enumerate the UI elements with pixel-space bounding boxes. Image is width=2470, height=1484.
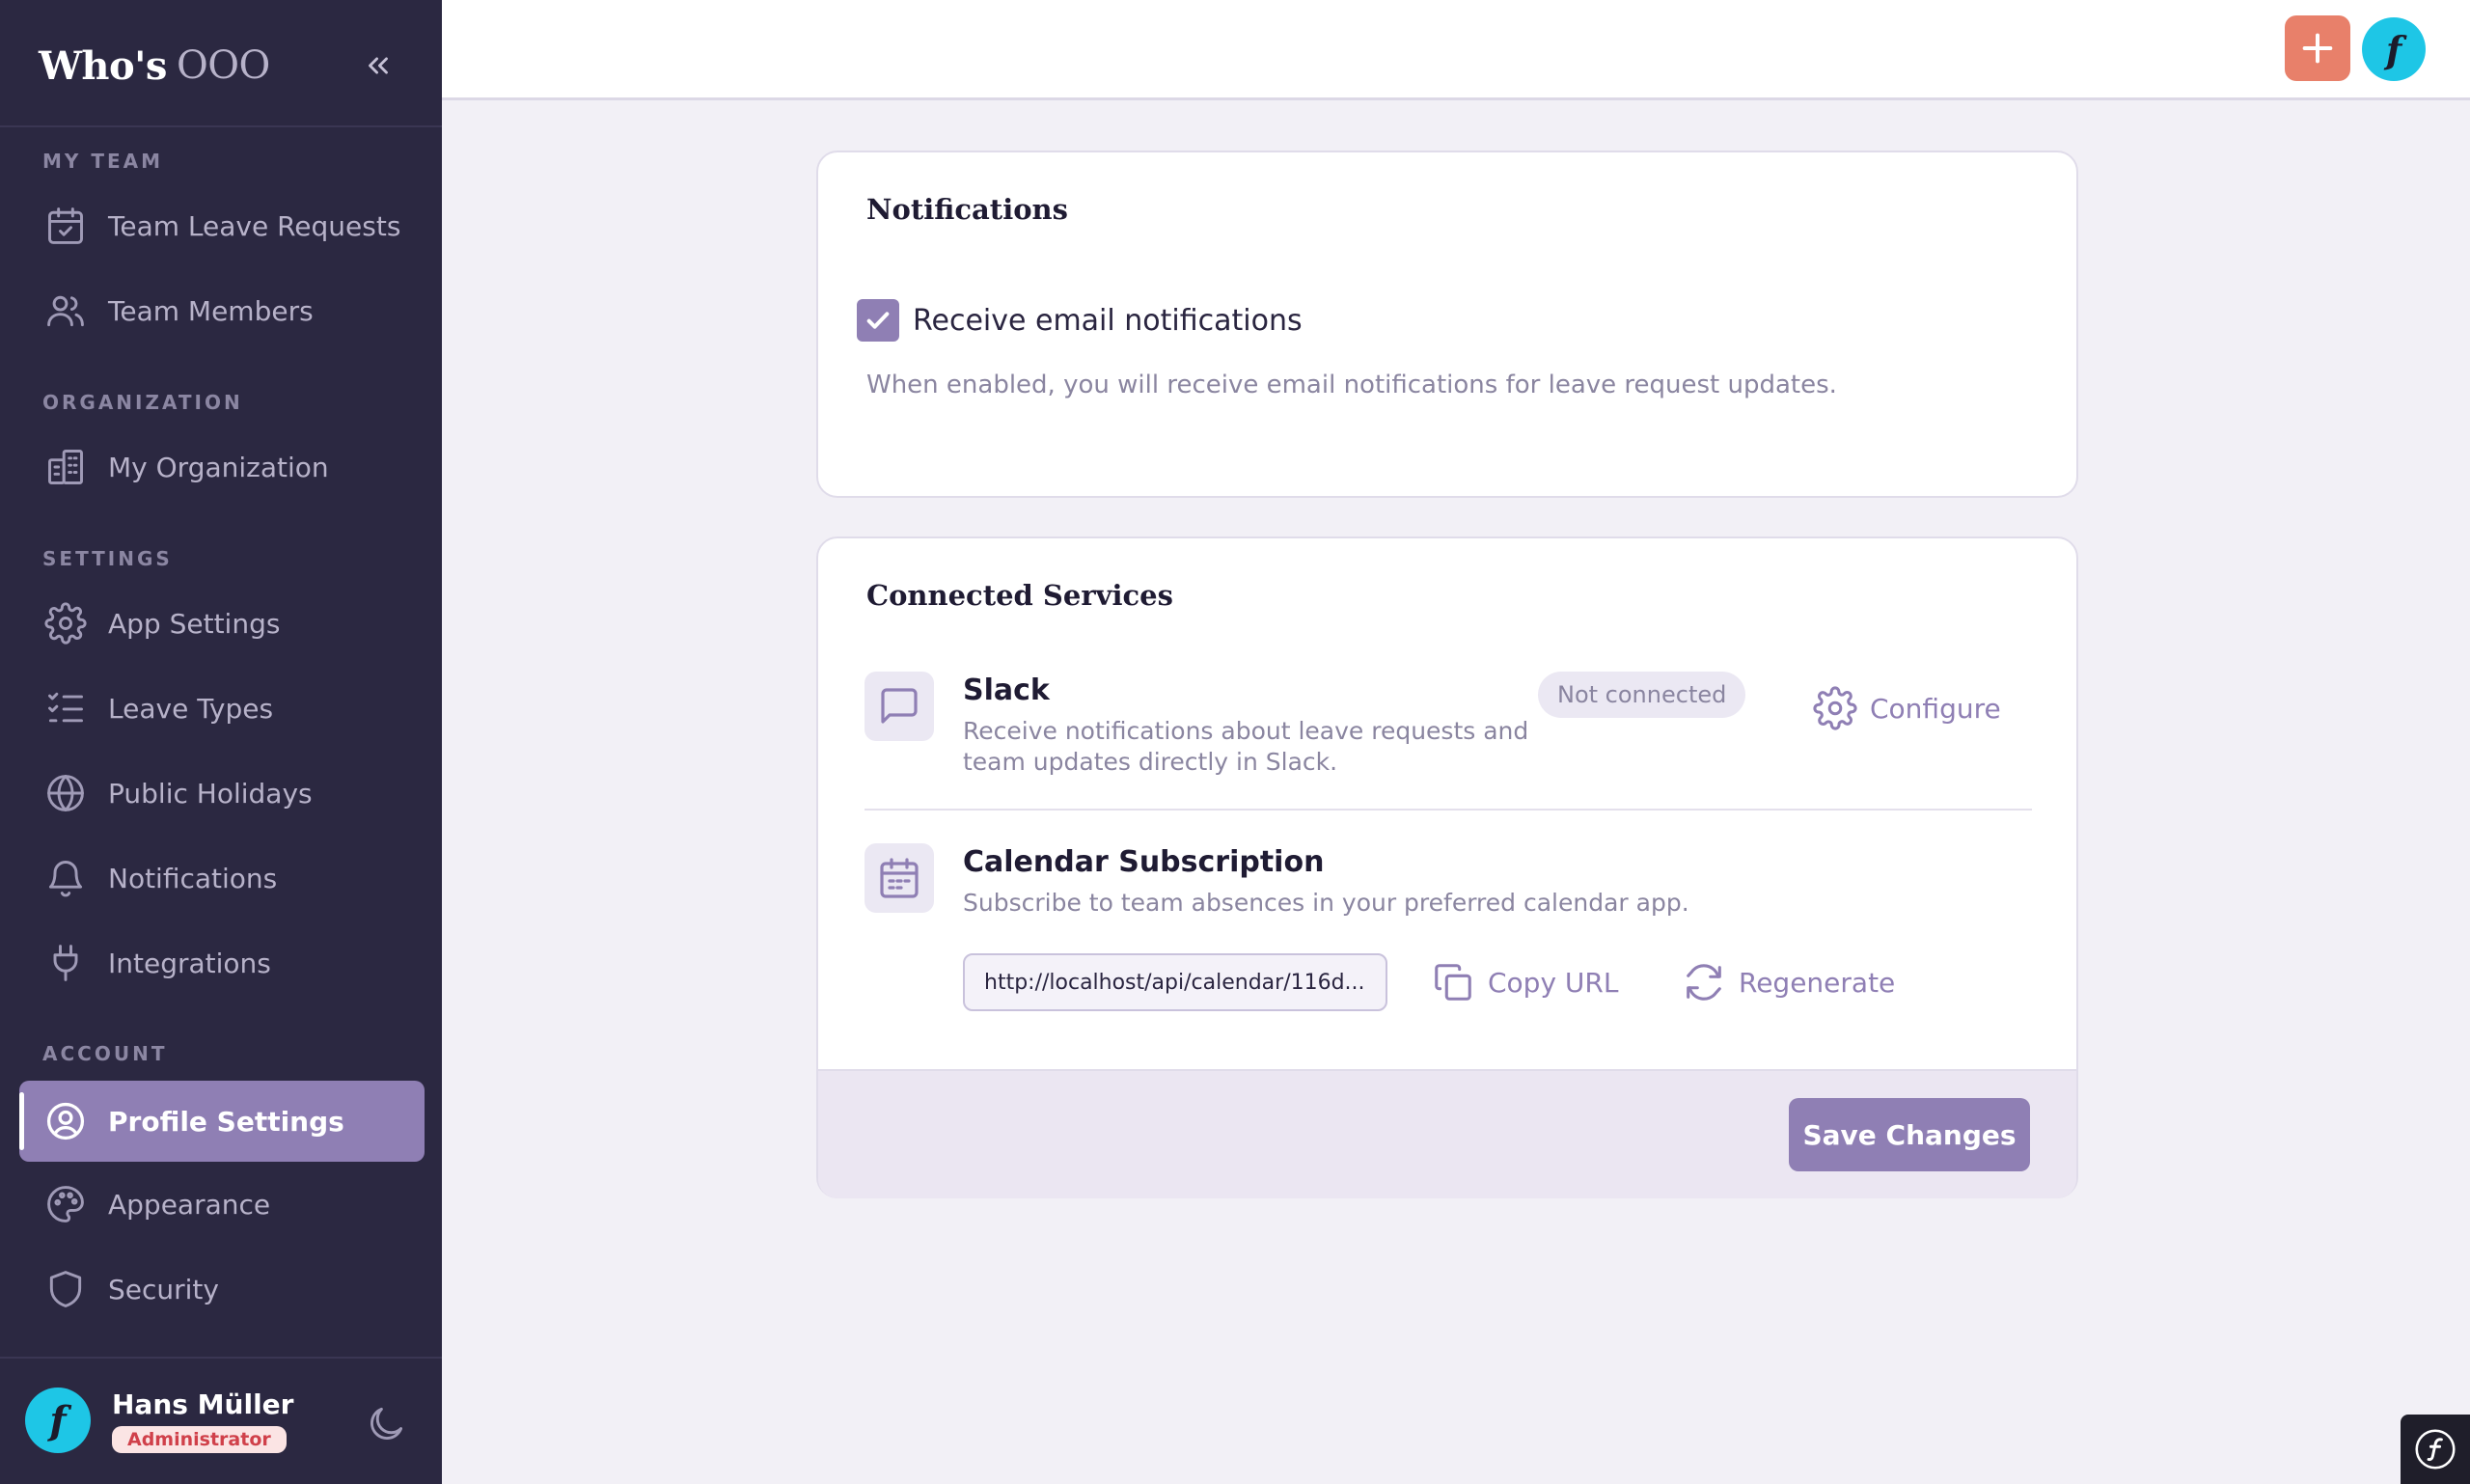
refresh-icon bbox=[1681, 959, 1727, 1005]
globe-icon bbox=[42, 770, 89, 816]
status-badge: Not connected bbox=[1538, 672, 1746, 718]
configure-label: Configure bbox=[1870, 692, 2001, 725]
sidebar-item-label: Notifications bbox=[108, 862, 278, 894]
sidebar-divider bbox=[0, 1357, 442, 1359]
list-checks-icon bbox=[42, 685, 89, 731]
email-notifications-checkbox[interactable] bbox=[857, 299, 899, 342]
slack-service-icon bbox=[864, 672, 934, 741]
sidebar-item-team-members[interactable]: Team Members bbox=[19, 270, 425, 351]
user-circle-icon bbox=[42, 1098, 89, 1144]
user-profile[interactable]: f Hans Müller Administrator bbox=[25, 1388, 293, 1453]
avatar: f bbox=[25, 1388, 91, 1453]
user-avatar-button[interactable]: f bbox=[2362, 17, 2426, 81]
message-square-icon bbox=[881, 688, 918, 724]
role-badge: Administrator bbox=[112, 1425, 287, 1453]
sidebar-item-leave-types[interactable]: Leave Types bbox=[19, 668, 425, 749]
slack-name: Slack bbox=[963, 673, 1050, 707]
sidebar-item-label: Public Holidays bbox=[108, 777, 313, 810]
section-label-settings: SETTINGS bbox=[42, 547, 173, 570]
users-icon bbox=[42, 288, 89, 334]
sidebar-item-profile-settings[interactable]: Profile Settings bbox=[19, 1081, 425, 1162]
moon-icon bbox=[370, 1407, 403, 1440]
sidebar-item-label: Integrations bbox=[108, 947, 271, 979]
save-changes-button[interactable]: Save Changes bbox=[1789, 1098, 2030, 1171]
calendar-icon bbox=[880, 858, 919, 898]
calendar-url-field[interactable]: http://localhost/api/calendar/116d... bbox=[963, 953, 1387, 1011]
sidebar-item-label: Profile Settings bbox=[108, 1105, 344, 1138]
card-title: Notifications bbox=[866, 193, 1068, 226]
sidebar-item-label: Security bbox=[108, 1273, 219, 1305]
plug-icon bbox=[42, 940, 89, 986]
copy-url-button[interactable]: Copy URL bbox=[1430, 959, 1618, 1005]
sidebar-divider bbox=[0, 125, 442, 127]
slack-description: Receive notifications about leave reques… bbox=[963, 717, 1529, 776]
add-button[interactable] bbox=[2285, 15, 2350, 81]
sidebar-item-label: App Settings bbox=[108, 607, 281, 640]
app-name-suffix: OOO bbox=[176, 43, 270, 88]
sidebar-item-public-holidays[interactable]: Public Holidays bbox=[19, 753, 425, 834]
sidebar-item-app-settings[interactable]: App Settings bbox=[19, 583, 425, 664]
service-divider bbox=[864, 809, 2032, 811]
sidebar-item-security[interactable]: Security bbox=[19, 1249, 425, 1330]
building-icon bbox=[42, 444, 89, 490]
checkmark-icon bbox=[866, 312, 890, 329]
user-name: Hans Müller bbox=[112, 1388, 294, 1420]
sidebar-item-my-organization[interactable]: My Organization bbox=[19, 426, 425, 508]
section-label-my-team: MY TEAM bbox=[42, 150, 164, 173]
card-footer: Save Changes bbox=[818, 1069, 2076, 1198]
sidebar-item-label: Leave Types bbox=[108, 692, 274, 725]
top-bar bbox=[442, 0, 2470, 100]
sidebar: Who's OOO MY TEAM Team Leave Requests Te… bbox=[0, 0, 442, 1484]
symfony-logo-icon bbox=[2415, 1429, 2456, 1470]
shield-icon bbox=[42, 1266, 89, 1312]
connected-services-card: Connected Services Slack Receive notific… bbox=[816, 536, 2078, 1198]
regenerate-button[interactable]: Regenerate bbox=[1681, 959, 1895, 1005]
copy-url-label: Copy URL bbox=[1488, 966, 1619, 999]
calendar-check-icon bbox=[42, 203, 89, 249]
checkbox-label[interactable]: Receive email notifications bbox=[913, 304, 1303, 338]
sidebar-item-label: Appearance bbox=[108, 1188, 271, 1221]
palette-icon bbox=[42, 1181, 89, 1227]
card-title: Connected Services bbox=[866, 579, 1173, 612]
symfony-toolbar-toggle[interactable] bbox=[2401, 1415, 2470, 1484]
chevrons-left-icon bbox=[369, 57, 388, 74]
sidebar-item-label: Team Members bbox=[108, 294, 314, 327]
sidebar-item-team-leave-requests[interactable]: Team Leave Requests bbox=[19, 185, 425, 266]
collapse-sidebar-button[interactable] bbox=[353, 42, 403, 89]
help-text: When enabled, you will receive email not… bbox=[866, 371, 1837, 399]
calendar-service-icon bbox=[864, 843, 934, 913]
calendar-name: Calendar Subscription bbox=[963, 845, 1325, 879]
sidebar-item-notifications[interactable]: Notifications bbox=[19, 838, 425, 919]
copy-icon bbox=[1430, 959, 1476, 1005]
sidebar-item-label: My Organization bbox=[108, 451, 329, 483]
section-label-account: ACCOUNT bbox=[42, 1042, 168, 1065]
configure-button[interactable]: Configure bbox=[1812, 685, 2001, 731]
theme-toggle-button[interactable] bbox=[359, 1397, 413, 1451]
calendar-description: Subscribe to team absences in your prefe… bbox=[963, 889, 1689, 917]
sidebar-item-appearance[interactable]: Appearance bbox=[19, 1164, 425, 1245]
sidebar-item-integrations[interactable]: Integrations bbox=[19, 922, 425, 1003]
app-name: Who's bbox=[39, 42, 167, 89]
gear-icon bbox=[1812, 685, 1858, 731]
sidebar-item-label: Team Leave Requests bbox=[108, 209, 401, 242]
gear-icon bbox=[42, 600, 89, 646]
bell-icon bbox=[42, 855, 89, 901]
section-label-organization: ORGANIZATION bbox=[42, 391, 243, 414]
plus-icon bbox=[2302, 33, 2333, 64]
notifications-card: Notifications Receive email notification… bbox=[816, 151, 2078, 498]
regenerate-label: Regenerate bbox=[1739, 966, 1896, 999]
app-logo: Who's OOO bbox=[39, 37, 270, 95]
